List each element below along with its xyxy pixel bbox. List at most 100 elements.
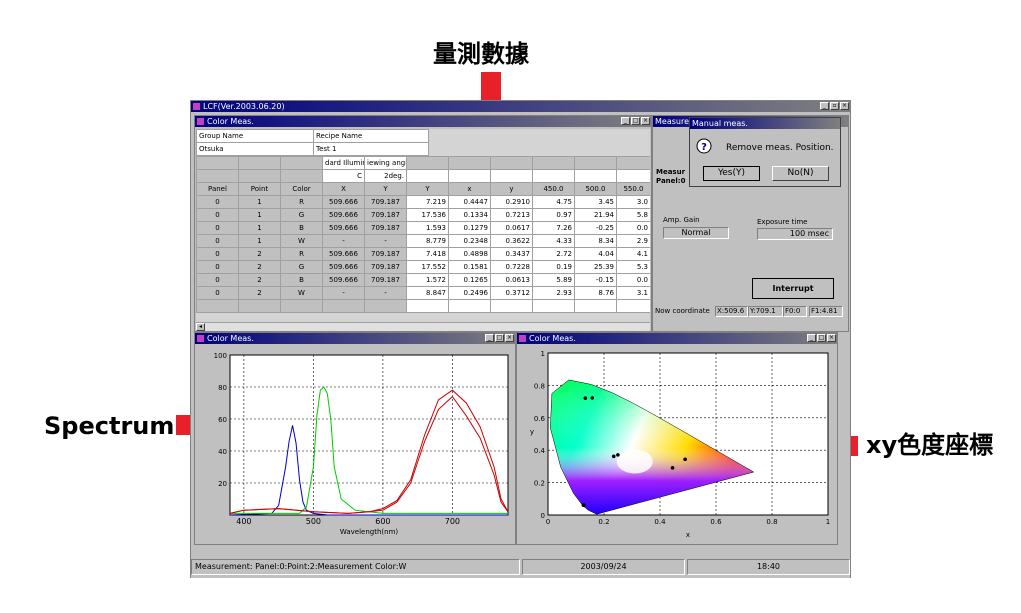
table-cell: 5.8: [616, 208, 650, 222]
exposure-time-field[interactable]: 100 msec: [757, 228, 833, 240]
window-icon: [197, 335, 204, 342]
table-cell: 2: [238, 273, 281, 287]
table-cell: -: [364, 286, 407, 300]
table-cell: 1: [238, 208, 281, 222]
column-header[interactable]: x: [448, 182, 491, 196]
table-cell: -: [322, 286, 365, 300]
table-cell: 709.187: [364, 208, 407, 222]
table-row[interactable]: 0 2 R 509.666 709.187 7.418 0.4898 0.3437 2.72 4.…: [196, 247, 650, 261]
corner-cell: [196, 156, 239, 170]
svg-text:?: ?: [701, 142, 707, 153]
table-cell: -0.25: [574, 221, 617, 235]
table-row[interactable]: 0 1 R 509.666 709.187 7.219 0.4447 0.2910 4.75 3.…: [196, 195, 650, 209]
y-tick-label: 0: [541, 512, 545, 520]
x-tick-label: 0.8: [766, 518, 777, 526]
measurement-point: [670, 466, 675, 470]
y-tick-label: 40: [218, 448, 227, 456]
table-row[interactable]: 0 1 W - -8.779 0.2348 0.3622 4.33 8.34 2.9: [196, 234, 650, 248]
column-header[interactable]: Y: [406, 182, 449, 196]
column-header[interactable]: Color: [280, 182, 323, 196]
table-cell: 509.666: [322, 260, 365, 274]
minimize-button[interactable]: _: [807, 334, 816, 342]
illuminant-value[interactable]: C: [322, 169, 365, 183]
table-cell: 4.75: [532, 195, 575, 209]
recipe-table: Group Name Recipe Name Otsuka Test 1: [196, 129, 429, 156]
table-cell: 0.7228: [490, 260, 533, 274]
close-button[interactable]: ×: [505, 334, 514, 342]
measure-status: Measur Panel:0: [656, 168, 685, 186]
table-cell: 3.0: [616, 195, 650, 209]
minimize-button[interactable]: _: [621, 117, 630, 125]
table-row[interactable]: 0 1 G 509.666 709.187 17.536 0.1334 0.7213 0.97 2…: [196, 208, 650, 222]
y-tick-label: 60: [218, 416, 227, 424]
restore-button[interactable]: ▫: [830, 102, 839, 110]
group-name-value[interactable]: Otsuka: [196, 142, 314, 156]
table-cell: 709.187: [364, 221, 407, 235]
manual-meas-dialog: Manual meas. ? Remove meas. Position. Ye…: [689, 117, 841, 187]
maximize-button[interactable]: □: [495, 334, 504, 342]
table-cell: R: [280, 195, 323, 209]
column-header[interactable]: X: [322, 182, 365, 196]
scroll-left-button[interactable]: ◂: [196, 323, 205, 331]
column-header[interactable]: 450.0: [532, 182, 575, 196]
coord-x: X:509.6: [715, 306, 748, 317]
x-tick-label: 600: [375, 517, 390, 526]
recipe-name-value[interactable]: Test 1: [313, 142, 429, 156]
measurement-point: [683, 457, 687, 462]
amp-gain-field[interactable]: Normal: [663, 227, 729, 239]
y-tick-label: 0.8: [534, 382, 545, 390]
table-cell: 8.34: [574, 234, 617, 248]
column-header[interactable]: Y: [364, 182, 407, 196]
maximize-button[interactable]: □: [817, 334, 826, 342]
table-cell: 1.572: [406, 273, 449, 287]
status-measurement: Measurement: Panel:0:Point:2:Measurement…: [191, 559, 520, 575]
minimize-button[interactable]: _: [820, 102, 829, 110]
column-header[interactable]: y: [490, 182, 533, 196]
table-cell: 2: [238, 286, 281, 300]
table-cell: -0.15: [574, 273, 617, 287]
annotation-spectrum: Spectrum: [44, 412, 175, 440]
column-header[interactable]: Point: [238, 182, 281, 196]
table-cell: 7.219: [406, 195, 449, 209]
dialog-message: Remove meas. Position.: [726, 143, 834, 153]
table-row[interactable]: 0 1 B 509.666 709.187 1.593 0.1279 0.0617 7.26 -0…: [196, 221, 650, 235]
table-cell: 0.2348: [448, 234, 491, 248]
horizontal-scrollbar[interactable]: ◂: [196, 322, 650, 331]
table-cell: 709.187: [364, 273, 407, 287]
table-cell: W: [280, 286, 323, 300]
spectrum-window-title: Color Meas.: [207, 334, 254, 343]
close-button[interactable]: ×: [641, 117, 650, 125]
panel-label: Panel:0: [656, 177, 686, 185]
maximize-button[interactable]: □: [631, 117, 640, 125]
table-row[interactable]: 0 2 B 509.666 709.187 1.572 0.1265 0.0613 5.89 -0…: [196, 273, 650, 287]
x-axis-label: x: [686, 531, 690, 539]
table-cell: 4.1: [616, 247, 650, 261]
close-button[interactable]: ×: [840, 102, 849, 110]
column-header[interactable]: 500.0: [574, 182, 617, 196]
chromaticity-window-title: Color Meas.: [529, 334, 576, 343]
spectrum-window-titlebar: Color Meas. _ □ ×: [195, 333, 515, 344]
table-cell: 0.1581: [448, 260, 491, 274]
table-cell: 3.1: [616, 286, 650, 300]
illuminant-label: dard Illumir: [322, 156, 365, 170]
table-header-row: Panel Point Color X Y Yx y 450.0 500.0 550.0: [196, 182, 650, 196]
table-row[interactable]: 0 2 W - -8.847 0.2496 0.3712 2.93 8.76 3.1: [196, 286, 650, 300]
table-cell: 0.0617: [490, 221, 533, 235]
close-button[interactable]: ×: [827, 334, 836, 342]
table-cell: 0.3712: [490, 286, 533, 300]
viewing-angle-value[interactable]: 2deg.: [364, 169, 407, 183]
table-cell: 4.04: [574, 247, 617, 261]
table-cell: 0.4898: [448, 247, 491, 261]
no-button[interactable]: No(N): [772, 166, 829, 181]
table-cell: 509.666: [322, 208, 365, 222]
column-header[interactable]: 550.0: [616, 182, 650, 196]
minimize-button[interactable]: _: [485, 334, 494, 342]
viewing-angle-label: iewing angl: [364, 156, 407, 170]
column-header[interactable]: Panel: [196, 182, 239, 196]
white-point-glow: [616, 449, 653, 474]
yes-button[interactable]: Yes(Y): [703, 166, 760, 181]
table-row[interactable]: 0 2 G 509.666 709.187 17.552 0.1581 0.7228 0.19 2…: [196, 260, 650, 274]
interrupt-button[interactable]: Interrupt: [752, 278, 834, 299]
table-cell: 7.418: [406, 247, 449, 261]
y-tick-label: 0.2: [534, 480, 545, 488]
